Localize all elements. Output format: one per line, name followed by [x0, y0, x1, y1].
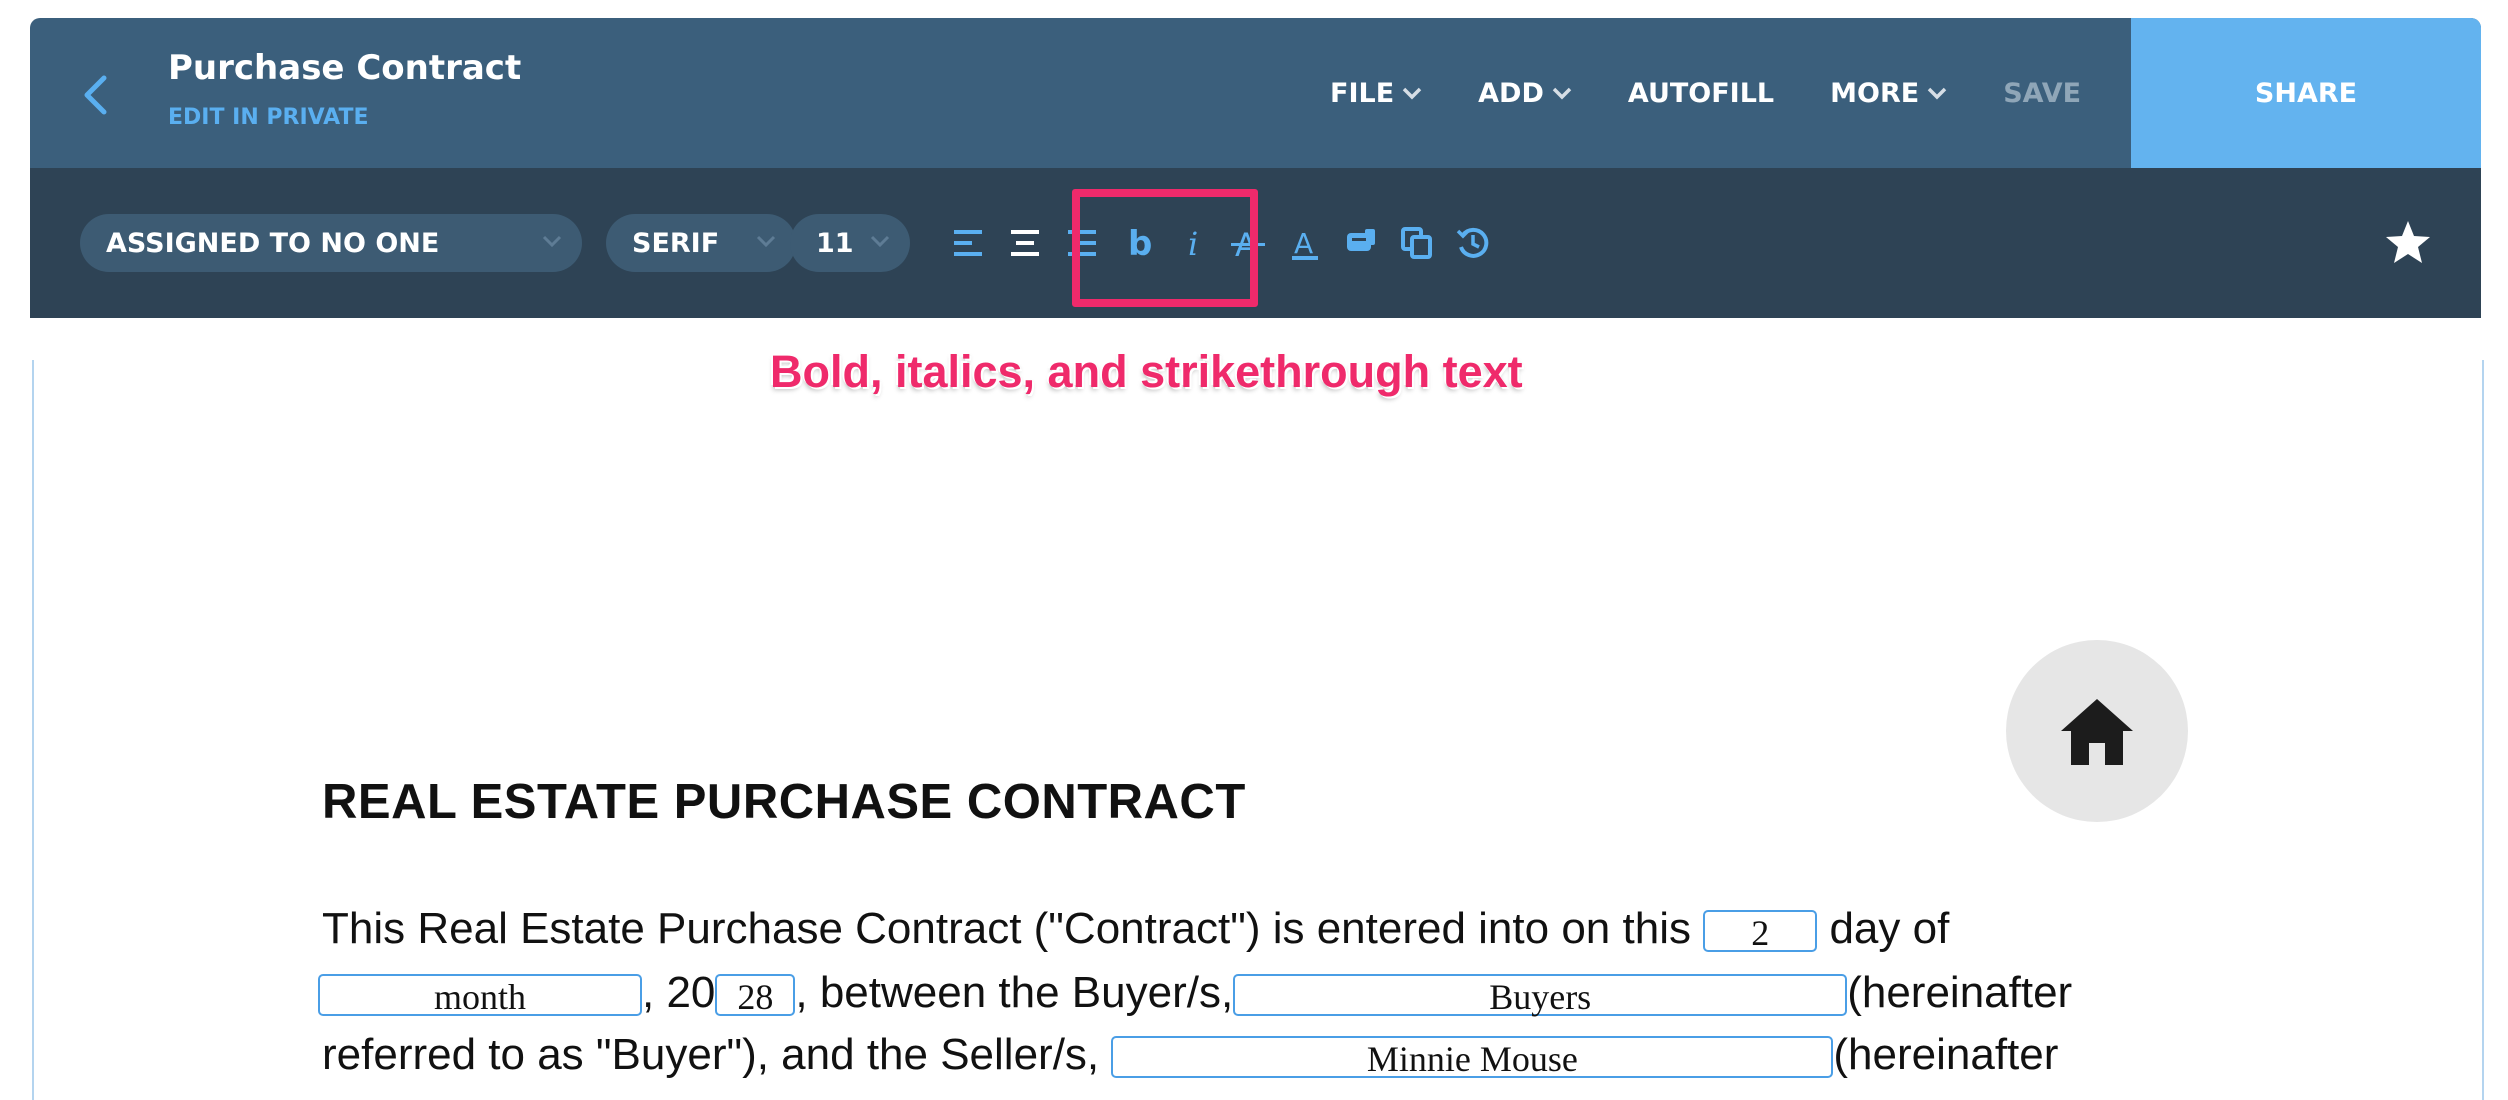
chevron-down-icon: [870, 235, 890, 248]
chevron-down-icon: [1402, 87, 1422, 100]
text-segment: day of: [1829, 904, 1950, 953]
star-icon[interactable]: [2383, 218, 2433, 268]
back-button[interactable]: [68, 60, 122, 130]
main-menu: FILE ADD AUTOFILL MORE SAVE: [1330, 18, 2081, 168]
file-menu-label: FILE: [1330, 77, 1395, 109]
app-header: Purchase Contract EDIT IN PRIVATE FILE A…: [30, 18, 2481, 168]
save-label: SAVE: [2003, 77, 2082, 109]
file-menu[interactable]: FILE: [1330, 78, 1422, 109]
home-button[interactable]: [2006, 640, 2188, 822]
history-button[interactable]: [1449, 214, 1497, 272]
align-left-button[interactable]: [945, 214, 993, 272]
align-center-icon: [1011, 230, 1039, 256]
more-menu[interactable]: MORE: [1830, 78, 1947, 109]
edit-in-private-link[interactable]: EDIT IN PRIVATE: [168, 105, 521, 130]
more-menu-label: MORE: [1830, 77, 1920, 109]
text-segment: This Real Estate Purchase Contract ("Con…: [322, 904, 1691, 953]
font-family-select[interactable]: SERIF: [606, 214, 796, 272]
document-heading: REAL ESTATE PURCHASE CONTRACT: [322, 775, 1246, 829]
assignee-value: ASSIGNED TO NO ONE: [106, 227, 440, 259]
add-menu[interactable]: ADD: [1478, 78, 1572, 109]
autofill-label: AUTOFILL: [1627, 77, 1775, 109]
save-button[interactable]: SAVE: [2003, 78, 2081, 109]
text-color-icon: A: [1292, 227, 1318, 260]
document-title: Purchase Contract: [168, 48, 522, 88]
chevron-left-icon: [84, 75, 107, 115]
paragraph-line-3: referred to as "Buyer"), and the Seller/…: [322, 1030, 2058, 1080]
highlight-icon: [1347, 229, 1375, 251]
font-size-select[interactable]: 11: [790, 214, 910, 272]
assignee-select[interactable]: ASSIGNED TO NO ONE: [80, 214, 582, 272]
add-menu-label: ADD: [1478, 77, 1544, 109]
autofill-button[interactable]: AUTOFILL: [1628, 78, 1774, 109]
chevron-down-icon: [756, 235, 776, 248]
paragraph-line-2: month, 20 28, between the Buyer/s, Buyers(…: [318, 968, 2072, 1018]
history-icon: [1456, 227, 1489, 258]
text-segment: , between the Buyer/s,: [795, 968, 1234, 1017]
buyers-field[interactable]: Buyers: [1233, 974, 1848, 1017]
copy-button[interactable]: [1393, 214, 1441, 272]
text-segment: (hereinafter: [1847, 968, 2073, 1017]
month-field[interactable]: month: [318, 974, 642, 1017]
font-family-value: SERIF: [632, 227, 720, 259]
text-segment: (hereinafter: [1833, 1030, 2059, 1079]
font-size-value: 11: [816, 227, 854, 259]
share-label: SHARE: [2254, 77, 2358, 109]
page-border-left: [32, 360, 34, 1100]
day-field[interactable]: 2: [1703, 910, 1818, 953]
seller-field[interactable]: Minnie Mouse: [1111, 1036, 1834, 1079]
home-icon: [2061, 699, 2133, 765]
copy-icon: [1401, 227, 1432, 259]
year-field[interactable]: 28: [715, 974, 796, 1017]
paragraph-line-1: This Real Estate Purchase Contract ("Con…: [322, 904, 1949, 954]
annotation-callout: Bold, italics, and strikethrough text: [770, 346, 1523, 397]
svg-text:A: A: [1294, 227, 1313, 260]
chevron-down-icon: [1552, 87, 1572, 100]
chevron-down-icon: [542, 235, 562, 248]
align-left-icon: [954, 230, 982, 256]
chevron-down-icon: [1927, 87, 1947, 100]
align-center-button[interactable]: [1001, 214, 1049, 272]
text-segment: , 20: [642, 968, 716, 1017]
title-block: Purchase Contract EDIT IN PRIVATE: [168, 48, 521, 130]
page-border-right: [2482, 360, 2484, 1100]
text-segment: referred to as "Buyer"), and the Seller/…: [322, 1030, 1100, 1079]
annotation-highlight-box: [1072, 189, 1258, 307]
share-button[interactable]: SHARE: [2131, 18, 2481, 168]
text-color-button[interactable]: A: [1281, 214, 1329, 272]
highlight-button[interactable]: [1337, 214, 1385, 272]
